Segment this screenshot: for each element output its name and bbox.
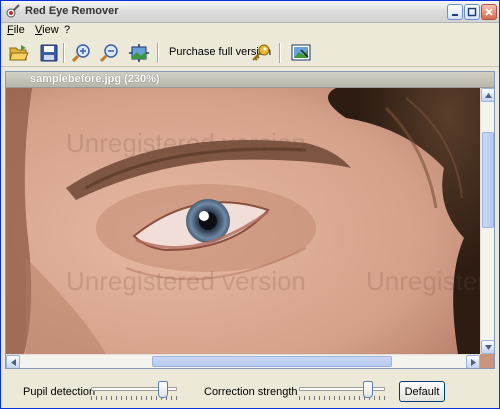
menu-view-label: iew (42, 24, 59, 36)
adjustment-panel: Pupil detection Correction strength Defa… (1, 373, 499, 408)
zoom-out-button[interactable] (97, 41, 121, 65)
fit-to-window-button[interactable] (127, 41, 151, 65)
scroll-left-icon (10, 358, 16, 366)
watermark-text: Unregistered version (366, 266, 480, 296)
scroll-right-icon (470, 358, 476, 366)
app-icon (6, 4, 20, 18)
image-header: samplebefore.jpg (230%) (6, 72, 494, 88)
toolbar-separator (279, 43, 281, 63)
menu-view[interactable]: View (35, 24, 59, 36)
maximize-button[interactable] (464, 4, 480, 20)
title-bar[interactable]: Red Eye Remover (1, 1, 499, 23)
app-window: Red Eye Remover File View ? Purchase ful… (0, 0, 500, 409)
menu-file-accel: F (7, 24, 14, 36)
menu-help[interactable]: ? (64, 24, 70, 36)
menu-file-label: ile (13, 24, 25, 36)
scroll-down-button[interactable] (481, 340, 494, 354)
zoom-in-icon (71, 44, 90, 63)
save-button[interactable] (37, 41, 61, 65)
fit-to-window-icon (129, 44, 149, 62)
watermark-text: Unregistered version (66, 128, 306, 158)
close-button[interactable] (481, 4, 497, 20)
correction-strength-label: Correction strength (204, 386, 298, 398)
scroll-up-button[interactable] (481, 88, 494, 102)
menu-bar: File View ? (1, 23, 499, 39)
maximize-icon (467, 7, 477, 17)
horizontal-scroll-thumb[interactable] (152, 356, 392, 367)
default-button[interactable]: Default (399, 381, 445, 402)
preview-button[interactable] (289, 41, 313, 65)
correction-strength-slider[interactable] (299, 381, 385, 405)
menu-file[interactable]: File (7, 24, 25, 36)
save-disk-icon (40, 44, 58, 62)
vertical-scroll-thumb[interactable] (482, 132, 494, 228)
photo-canvas[interactable]: Unregistered version Unregistered versio… (6, 88, 480, 354)
purchase-key-button[interactable] (249, 41, 273, 65)
open-button[interactable] (7, 41, 31, 65)
zoom-in-button[interactable] (69, 41, 93, 65)
image-view[interactable]: samplebefore.jpg (230%) Unregistered ver… (5, 71, 495, 369)
window-title: Red Eye Remover (25, 5, 119, 17)
watermark-text: Unregistered version (66, 266, 306, 296)
horizontal-scrollbar[interactable] (6, 354, 480, 368)
vertical-scrollbar[interactable] (480, 88, 494, 354)
preview-icon (291, 44, 311, 61)
pupil-detection-slider[interactable] (91, 381, 177, 405)
scroll-up-icon (484, 92, 492, 98)
zoom-out-icon (99, 44, 118, 63)
menu-help-label: ? (64, 24, 71, 36)
scroll-right-button[interactable] (466, 355, 480, 368)
open-folder-icon (9, 45, 29, 61)
slider-ticks (299, 396, 385, 400)
toolbar-separator (63, 43, 65, 63)
scroll-down-icon (484, 344, 492, 350)
minimize-icon (452, 14, 458, 16)
close-icon (485, 8, 493, 16)
scroll-left-button[interactable] (6, 355, 20, 368)
slider-thumb[interactable] (363, 381, 373, 398)
toolbar: Purchase full version (1, 39, 499, 67)
pupil-detection-label: Pupil detection (23, 386, 96, 398)
minimize-button[interactable] (447, 4, 463, 20)
key-icon (252, 44, 270, 61)
slider-thumb[interactable] (158, 381, 168, 398)
image-title: samplebefore.jpg (230%) (30, 73, 160, 85)
toolbar-separator (157, 43, 159, 63)
